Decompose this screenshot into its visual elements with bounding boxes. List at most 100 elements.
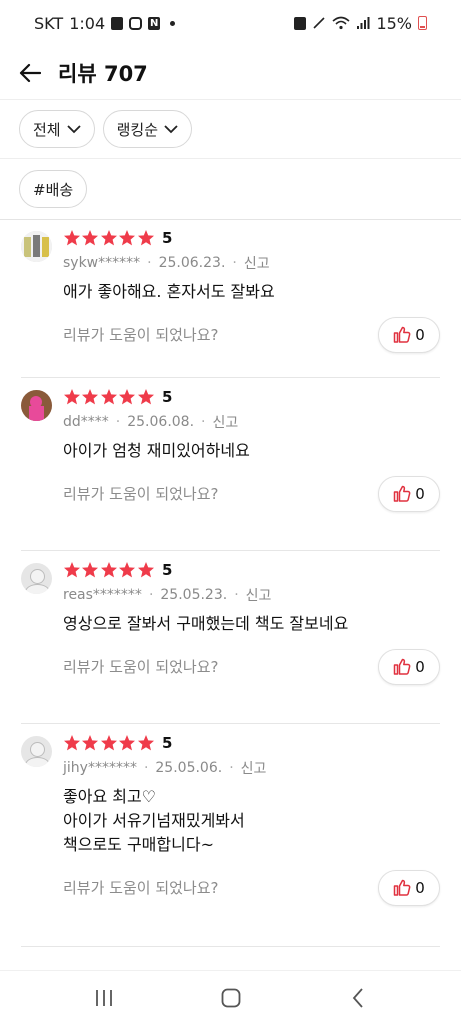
review-item: 5 sykw****** · 25.06.23. · 신고 애가 좋아해요. 혼… xyxy=(21,220,440,378)
recent-apps-icon xyxy=(95,989,112,1006)
review-content: 영상으로 잘봐서 구매했는데 책도 잘보네요 xyxy=(63,614,349,633)
tag-delivery[interactable]: #배송 xyxy=(19,170,88,208)
review-meta: reas******* · 25.05.23. · 신고 xyxy=(63,585,271,605)
star-icon xyxy=(82,562,99,578)
star-icon xyxy=(100,389,117,405)
review-item: 5 dd**** · 25.06.08. · 신고 아이가 엄청 재미있어하네요… xyxy=(21,378,440,551)
system-nav-bar xyxy=(0,970,461,1024)
review-meta: dd**** · 25.06.08. · 신고 xyxy=(63,412,238,432)
battery-icon xyxy=(418,16,427,30)
helpful-prompt: 리뷰가 도움이 되었나요? xyxy=(63,879,219,897)
like-count: 0 xyxy=(415,879,425,897)
star-icon xyxy=(100,562,117,578)
review-list: 5 sykw****** · 25.06.23. · 신고 애가 좋아해요. 혼… xyxy=(0,220,461,970)
recent-apps-button[interactable] xyxy=(74,978,134,1018)
chevron-down-icon xyxy=(66,124,81,133)
tag-bar: #배송 xyxy=(0,159,461,220)
meta-separator: · xyxy=(143,760,149,776)
star-icon xyxy=(64,389,80,405)
meta-separator: · xyxy=(147,255,152,271)
home-icon xyxy=(221,988,240,1007)
star-icon xyxy=(119,389,136,405)
instagram-icon xyxy=(129,16,143,30)
star-icon xyxy=(82,230,99,246)
avatar xyxy=(21,231,52,262)
star-icon xyxy=(119,230,136,246)
thumbs-up-icon xyxy=(393,658,411,675)
report-link[interactable]: 신고 xyxy=(244,253,270,273)
reviewer-name: sykw****** xyxy=(63,255,141,271)
reviewer-name: dd**** xyxy=(63,414,109,430)
filter-all-dropdown[interactable]: 전체 xyxy=(19,110,95,148)
like-count: 0 xyxy=(415,658,425,676)
rating: 5 xyxy=(63,561,172,579)
status-right: 15% xyxy=(294,14,427,33)
rating: 5 xyxy=(63,388,172,406)
report-link[interactable]: 신고 xyxy=(241,758,267,778)
review-content: 애가 좋아해요. 혼자서도 잘봐요 xyxy=(63,282,275,301)
sort-label: 랭킹순 xyxy=(116,120,159,139)
back-nav-button[interactable] xyxy=(328,978,388,1018)
review-item: 5 reas******* · 25.05.23. · 신고 영상으로 잘봐서 … xyxy=(21,551,440,724)
meta-separator: · xyxy=(115,414,121,430)
star-icon xyxy=(119,735,136,751)
naver-icon: N xyxy=(148,16,161,30)
star-icon xyxy=(82,389,99,405)
star-rating xyxy=(63,734,155,752)
star-icon xyxy=(137,735,154,751)
report-link[interactable]: 신고 xyxy=(212,412,238,432)
review-date: 25.06.08. xyxy=(127,414,195,430)
lock-icon xyxy=(294,16,307,30)
like-button[interactable]: 0 xyxy=(378,476,440,512)
sort-dropdown[interactable]: 랭킹순 xyxy=(102,110,193,148)
chevron-left-icon xyxy=(352,987,363,1008)
back-button[interactable] xyxy=(18,61,42,85)
review-meta: jihy******* · 25.05.06. · 신고 xyxy=(63,758,266,778)
arrow-left-icon xyxy=(19,63,41,82)
star-icon xyxy=(137,230,154,246)
star-rating xyxy=(63,229,155,247)
app-header: 리뷰 707 xyxy=(0,46,461,100)
rating-score: 5 xyxy=(161,229,173,247)
meta-separator: · xyxy=(234,587,239,603)
status-bar: SKT 1:04 N 15% xyxy=(0,0,461,46)
carrier: SKT xyxy=(34,13,64,33)
star-icon xyxy=(64,230,80,246)
page-title: 리뷰 707 xyxy=(58,61,148,86)
clock: 1:04 xyxy=(69,13,106,33)
star-icon xyxy=(64,735,80,751)
helpful-prompt: 리뷰가 도움이 되었나요? xyxy=(63,326,219,344)
reviewer-name: jihy******* xyxy=(63,760,137,776)
rating-score: 5 xyxy=(161,388,173,406)
star-icon xyxy=(64,562,80,578)
review-date: 25.06.23. xyxy=(158,255,226,271)
avatar xyxy=(21,563,52,594)
like-count: 0 xyxy=(415,485,425,503)
meta-separator: · xyxy=(201,414,206,430)
review-content: 좋아요 최고♡ 아이가 서유기넘재밌게봐서 책으로도 구매합니다~ xyxy=(63,787,245,854)
star-icon xyxy=(137,562,154,578)
helpful-prompt: 리뷰가 도움이 되었나요? xyxy=(63,485,219,503)
report-link[interactable]: 신고 xyxy=(246,585,272,605)
thumbs-up-icon xyxy=(393,485,411,502)
review-date: 25.05.23. xyxy=(160,587,228,603)
review-date: 25.05.06. xyxy=(155,760,223,776)
filter-bar: 전체 랭킹순 xyxy=(0,100,461,159)
like-button[interactable]: 0 xyxy=(378,870,440,906)
star-icon xyxy=(82,735,99,751)
avatar xyxy=(21,390,52,421)
like-button[interactable]: 0 xyxy=(378,649,440,685)
avatar xyxy=(21,736,52,767)
wifi-icon xyxy=(332,16,350,30)
star-rating xyxy=(63,388,155,406)
home-button[interactable] xyxy=(201,978,261,1018)
mute-icon xyxy=(313,17,326,29)
meta-separator: · xyxy=(232,255,237,271)
more-notifications-icon xyxy=(170,20,176,26)
like-button[interactable]: 0 xyxy=(378,317,440,353)
review-meta: sykw****** · 25.06.23. · 신고 xyxy=(63,253,270,273)
helpful-prompt: 리뷰가 도움이 되었나요? xyxy=(63,658,219,676)
review-content: 아이가 엄청 재미있어하네요 xyxy=(63,441,250,460)
star-icon xyxy=(137,389,154,405)
rating-score: 5 xyxy=(161,734,173,752)
